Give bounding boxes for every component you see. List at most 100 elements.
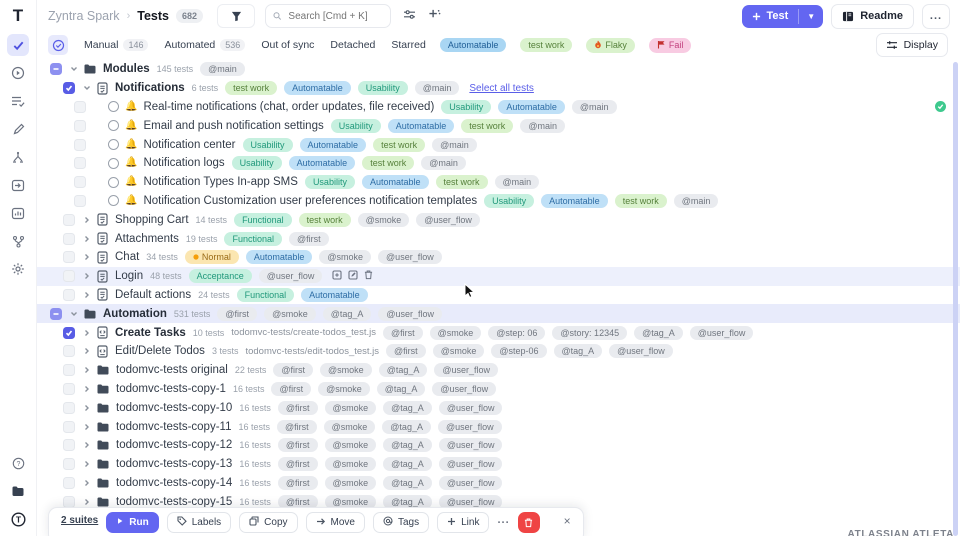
tag-chip[interactable]: @user_flow — [259, 269, 323, 283]
tree-row[interactable]: Login48 testsAcceptance@user_flow — [36, 267, 960, 286]
row-checkbox[interactable] — [63, 270, 75, 282]
tag-chip[interactable]: @first — [383, 326, 423, 340]
tag-chip[interactable]: @smoke — [358, 213, 410, 227]
chevron-right-icon[interactable] — [82, 404, 92, 412]
sidebar-item-compose[interactable] — [7, 118, 29, 140]
row-checkbox[interactable] — [63, 402, 75, 414]
breadcrumb-section[interactable]: Tests — [137, 9, 169, 23]
filter-manual[interactable]: Manual146 — [84, 39, 148, 51]
tree-row[interactable]: Shopping Cart14 testsFunctionaltest work… — [36, 210, 960, 229]
tag-chip[interactable]: @user_flow — [609, 344, 673, 358]
chevron-right-icon[interactable] — [82, 347, 92, 355]
tag-chip[interactable]: @user_flow — [439, 476, 503, 490]
row-checkbox[interactable] — [63, 364, 75, 376]
tag-chip[interactable]: @tag_A — [379, 363, 428, 377]
close-action-bar-button[interactable]: × — [564, 514, 571, 528]
tree-row[interactable]: 🔔Real-time notifications (chat, order up… — [36, 98, 960, 117]
sidebar-item-branches[interactable] — [7, 230, 29, 252]
tree-row[interactable]: Notifications6 teststest workAutomatable… — [36, 79, 960, 98]
row-checkbox[interactable] — [63, 477, 75, 489]
tag-chip[interactable]: @first — [386, 344, 426, 358]
tree-row[interactable]: todomvc-tests-copy-1116 tests@first@smok… — [36, 417, 960, 436]
tag-chip[interactable]: @tag_A — [383, 476, 432, 490]
chevron-down-icon[interactable] — [82, 84, 92, 92]
tags-button[interactable]: Tags — [373, 512, 429, 533]
tag-chip[interactable]: @first — [278, 438, 318, 452]
row-checkbox[interactable] — [74, 157, 86, 169]
tag-chip[interactable]: @smoke — [319, 250, 371, 264]
sidebar-item-plans[interactable] — [7, 90, 29, 112]
sidebar-item-pulse[interactable] — [7, 146, 29, 168]
tag-chip[interactable]: @smoke — [264, 307, 316, 321]
tag-chip[interactable]: @user_flow — [438, 420, 502, 434]
tag-chip[interactable]: @user_flow — [439, 438, 503, 452]
add-inside-icon[interactable] — [332, 267, 342, 285]
tree-row[interactable]: 🔔Notification Types In-app SMSUsabilityA… — [36, 173, 960, 192]
sidebar-item-help[interactable]: ? — [7, 452, 29, 474]
chevron-down-icon[interactable]: ▼ — [799, 5, 823, 28]
tag-chip[interactable]: @first — [289, 232, 329, 246]
chevron-right-icon[interactable] — [82, 253, 92, 261]
link-button[interactable]: Link — [437, 512, 489, 533]
tag-chip[interactable]: Automatable — [300, 138, 367, 152]
tag-chip[interactable]: @user_flow — [434, 363, 498, 377]
tag-chip[interactable]: @first — [278, 476, 318, 490]
tag-chip[interactable]: @first — [277, 420, 317, 434]
tag-chip[interactable]: Usability — [232, 156, 282, 170]
row-checkbox[interactable] — [74, 101, 86, 113]
search-box[interactable] — [265, 4, 391, 28]
header-more-button[interactable]: ... — [922, 4, 950, 29]
tag-chip[interactable]: @tag_A — [634, 326, 683, 340]
tag-chip[interactable]: Functional — [224, 232, 282, 246]
row-checkbox[interactable] — [63, 289, 75, 301]
tree-row[interactable]: Attachments19 testsFunctional@first — [36, 229, 960, 248]
row-checkbox[interactable] — [63, 383, 75, 395]
row-checkbox[interactable] — [74, 176, 86, 188]
tag-chip[interactable]: @user_flow — [432, 382, 496, 396]
tag-chip[interactable]: Automatable — [498, 100, 565, 114]
tree-row[interactable]: 🔔Email and push notification settingsUsa… — [36, 116, 960, 135]
row-checkbox[interactable] — [63, 214, 75, 226]
tree-row[interactable]: Modules145 tests@main — [36, 60, 960, 79]
tag-chip[interactable]: @tag_A — [383, 438, 432, 452]
tree-row[interactable]: Edit/Delete Todos3 teststodomvc-tests/ed… — [36, 342, 960, 361]
sidebar-item-profile[interactable]: T — [7, 508, 29, 530]
tag-chip[interactable]: @main — [415, 81, 460, 95]
tag-chip[interactable]: @first — [273, 363, 313, 377]
tag-chip[interactable]: test work — [299, 213, 351, 227]
sidebar-item-tests[interactable] — [7, 34, 29, 56]
tree-row[interactable]: Default actions24 testsFunctionalAutomat… — [36, 286, 960, 305]
chevron-right-icon[interactable] — [82, 216, 92, 224]
tag-chip[interactable]: @user_flow — [439, 401, 503, 415]
tag-chip[interactable]: @main — [572, 100, 617, 114]
tag-chip[interactable]: Functional — [234, 213, 292, 227]
selected-suites-link[interactable]: 2 suites — [61, 515, 98, 526]
tag-chip[interactable]: @first — [217, 307, 257, 321]
tag-chip[interactable]: @smoke — [320, 363, 372, 377]
tag-chip[interactable]: @story: 12345 — [552, 326, 627, 340]
tag-chip[interactable]: test work — [362, 156, 414, 170]
tag-chip[interactable]: Automatable — [301, 288, 368, 302]
tag-chip[interactable]: @tag_A — [554, 344, 603, 358]
chevron-right-icon[interactable] — [82, 291, 92, 299]
row-checkbox[interactable] — [74, 120, 86, 132]
sidebar-item-runs[interactable] — [7, 62, 29, 84]
filter-chip-test-work[interactable]: test work — [520, 38, 572, 52]
row-checkbox[interactable] — [63, 327, 75, 339]
chevron-down-icon[interactable] — [69, 310, 79, 318]
select-all-tests-link[interactable]: Select all tests — [469, 83, 533, 94]
tag-chip[interactable]: @smoke — [433, 344, 485, 358]
chevron-right-icon[interactable] — [82, 366, 92, 374]
tag-chip[interactable]: @smoke — [325, 457, 377, 471]
filter-out-of-sync[interactable]: Out of sync — [261, 39, 314, 51]
tree-row[interactable]: todomvc-tests-copy-1016 tests@first@smok… — [36, 398, 960, 417]
tag-chip[interactable]: test work — [436, 175, 488, 189]
tree-row[interactable]: todomvc-tests-copy-1216 tests@first@smok… — [36, 436, 960, 455]
tag-chip[interactable]: @tag_A — [377, 382, 426, 396]
tree-row[interactable]: 🔔Notification Customization user prefere… — [36, 192, 960, 211]
tree-row[interactable]: 🔔Notification logsUsabilityAutomatablete… — [36, 154, 960, 173]
tag-chip[interactable]: @main — [520, 119, 565, 133]
chevron-right-icon[interactable] — [82, 441, 92, 449]
tag-chip[interactable]: @main — [200, 62, 245, 76]
tag-chip[interactable]: @step-06 — [491, 344, 546, 358]
